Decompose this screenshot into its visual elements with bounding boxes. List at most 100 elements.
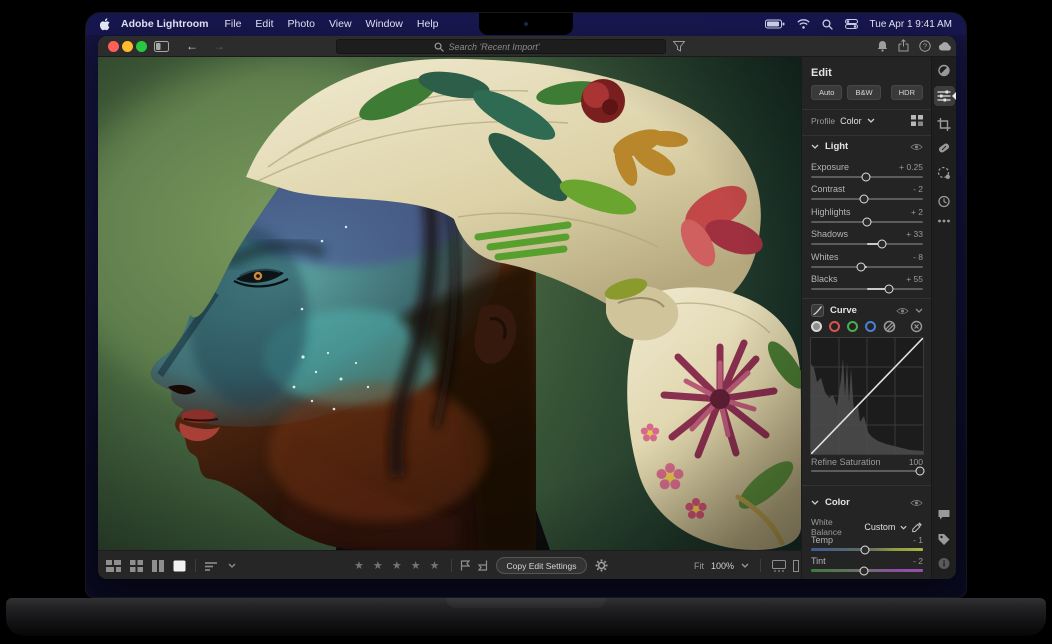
shadows-slider[interactable] bbox=[811, 243, 923, 245]
temp-slider-knob[interactable] bbox=[860, 545, 869, 554]
masking-tool-icon[interactable] bbox=[937, 166, 951, 180]
settings-gear-icon[interactable] bbox=[595, 559, 608, 572]
control-center-icon[interactable] bbox=[845, 19, 858, 29]
curve-channel-blue-button[interactable] bbox=[865, 321, 876, 332]
highlights-slider[interactable] bbox=[811, 221, 923, 223]
color-section-title[interactable]: Color bbox=[825, 497, 850, 508]
toolbar-divider bbox=[760, 559, 761, 572]
shadows-slider-knob[interactable] bbox=[877, 240, 886, 249]
color-visibility-eye-icon[interactable] bbox=[910, 499, 923, 507]
sort-chevron-down-icon[interactable] bbox=[228, 563, 236, 568]
refine-saturation-slider[interactable] bbox=[811, 470, 923, 472]
profile-value[interactable]: Color bbox=[840, 116, 862, 126]
apple-logo-icon[interactable] bbox=[100, 18, 111, 31]
cloud-sync-icon[interactable] bbox=[938, 41, 952, 51]
copy-edit-settings-button[interactable]: Copy Edit Settings bbox=[496, 557, 588, 574]
filter-icon[interactable] bbox=[673, 41, 685, 52]
presets-half-circle-icon[interactable] bbox=[938, 64, 951, 77]
tone-curve-graph[interactable] bbox=[810, 337, 924, 455]
curve-target-adjust-icon[interactable] bbox=[910, 320, 923, 333]
minimize-window-button[interactable] bbox=[122, 41, 133, 52]
keywords-tag-icon[interactable] bbox=[938, 533, 951, 546]
share-icon[interactable] bbox=[898, 39, 909, 52]
zoom-window-button[interactable] bbox=[136, 41, 147, 52]
compare-view-icon[interactable] bbox=[152, 560, 164, 572]
help-icon[interactable]: ? bbox=[919, 40, 931, 52]
menu-view[interactable]: View bbox=[329, 18, 352, 30]
battery-icon[interactable] bbox=[765, 19, 785, 29]
comments-icon[interactable] bbox=[938, 509, 951, 521]
fit-label[interactable]: Fit bbox=[694, 561, 704, 571]
close-window-button[interactable] bbox=[108, 41, 119, 52]
profile-chevron-down-icon[interactable] bbox=[867, 118, 875, 123]
square-grid-view-icon[interactable] bbox=[130, 560, 143, 572]
blacks-slider[interactable] bbox=[811, 288, 923, 290]
auto-button[interactable]: Auto bbox=[811, 85, 842, 100]
menu-file[interactable]: File bbox=[225, 18, 242, 30]
crop-tool-icon[interactable] bbox=[938, 118, 951, 131]
whites-slider-knob[interactable] bbox=[857, 263, 866, 272]
zoom-level-value[interactable]: 100% bbox=[711, 561, 734, 571]
color-section-chevron-icon[interactable] bbox=[811, 500, 819, 505]
filmstrip-toggle-icon[interactable] bbox=[772, 560, 786, 572]
profile-browser-icon[interactable] bbox=[911, 115, 923, 126]
light-section-chevron-icon[interactable] bbox=[811, 144, 819, 149]
search-input[interactable] bbox=[449, 42, 569, 52]
window-titlebar: ← → ? bbox=[98, 36, 956, 57]
tint-slider[interactable] bbox=[811, 569, 923, 572]
tint-slider-knob[interactable] bbox=[859, 566, 868, 575]
contrast-slider[interactable] bbox=[811, 198, 923, 200]
exposure-slider[interactable] bbox=[811, 176, 923, 178]
versions-clock-icon[interactable] bbox=[938, 195, 951, 208]
star-rating[interactable]: ★ ★ ★ ★ ★ bbox=[354, 559, 443, 572]
curve-visibility-eye-icon[interactable] bbox=[896, 307, 909, 315]
healing-tool-icon[interactable] bbox=[938, 142, 951, 154]
menu-photo[interactable]: Photo bbox=[288, 18, 315, 30]
sidebar-toggle-icon[interactable] bbox=[154, 41, 169, 52]
hdr-button[interactable]: HDR bbox=[891, 85, 923, 100]
spotlight-search-icon[interactable] bbox=[822, 19, 833, 30]
temp-slider[interactable] bbox=[811, 548, 923, 551]
curve-channel-all-button[interactable] bbox=[811, 321, 822, 332]
search-bar[interactable] bbox=[336, 39, 666, 54]
pick-flag-icon[interactable] bbox=[460, 560, 470, 571]
whites-slider[interactable] bbox=[811, 266, 923, 268]
curve-collapse-chevron-icon[interactable] bbox=[915, 308, 923, 313]
edit-sliders-icon[interactable] bbox=[938, 90, 951, 102]
menu-edit[interactable]: Edit bbox=[255, 18, 273, 30]
display-notch bbox=[479, 13, 573, 35]
wifi-icon[interactable] bbox=[797, 19, 810, 29]
highlights-value: + 2 bbox=[911, 207, 923, 217]
menubar-clock[interactable]: Tue Apr 1 9:41 AM bbox=[870, 19, 952, 30]
highlights-slider-knob[interactable] bbox=[863, 218, 872, 227]
info-icon[interactable] bbox=[938, 557, 951, 570]
notifications-bell-icon[interactable] bbox=[877, 40, 888, 52]
menu-window[interactable]: Window bbox=[366, 18, 403, 30]
light-section-title[interactable]: Light bbox=[825, 141, 848, 152]
forward-button[interactable]: → bbox=[213, 39, 225, 53]
white-balance-chevron-icon[interactable] bbox=[900, 525, 907, 530]
reject-flag-icon[interactable] bbox=[478, 560, 488, 571]
sort-icon[interactable] bbox=[205, 561, 219, 571]
contrast-slider-knob[interactable] bbox=[859, 195, 868, 204]
menu-help[interactable]: Help bbox=[417, 18, 439, 30]
photo-canvas[interactable] bbox=[98, 57, 801, 550]
curve-channel-red-button[interactable] bbox=[829, 321, 840, 332]
detail-view-icon[interactable] bbox=[173, 560, 186, 572]
light-visibility-eye-icon[interactable] bbox=[910, 143, 923, 151]
bottom-toolbar: ★ ★ ★ ★ ★ Copy Edit Settings bbox=[98, 550, 801, 579]
menubar-app-name: Adobe Lightroom bbox=[121, 18, 209, 30]
back-button[interactable]: ← bbox=[186, 39, 198, 53]
photo-grid-view-icon[interactable] bbox=[106, 560, 121, 572]
blacks-slider-knob[interactable] bbox=[885, 285, 894, 294]
curve-channel-parametric-button[interactable] bbox=[883, 320, 896, 333]
zoom-chevron-down-icon[interactable] bbox=[741, 563, 749, 568]
white-balance-value[interactable]: Custom bbox=[864, 522, 895, 532]
curve-channel-green-button[interactable] bbox=[847, 321, 858, 332]
exposure-slider-knob[interactable] bbox=[861, 173, 870, 182]
bw-button[interactable]: B&W bbox=[847, 85, 880, 100]
curve-section-title[interactable]: Curve bbox=[830, 305, 857, 316]
refine-saturation-knob[interactable] bbox=[915, 467, 924, 476]
eyedropper-icon[interactable] bbox=[912, 521, 923, 533]
more-tools-icon[interactable] bbox=[938, 219, 951, 223]
